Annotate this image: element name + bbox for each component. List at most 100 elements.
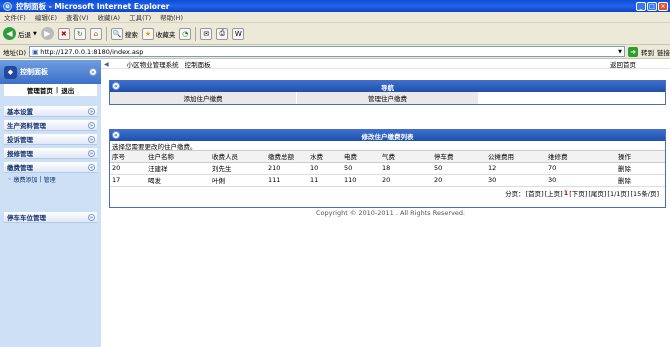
- chevron-down-icon: »: [88, 121, 95, 129]
- cell-collector: 叶俐: [210, 174, 266, 187]
- system-name: 小区物业管理系统: [126, 61, 179, 69]
- address-bar: 地址(D) ▣ http://127.0.0.1:8180/index.asp …: [0, 45, 670, 59]
- cell-resident[interactable]: 汪建祥: [146, 162, 210, 175]
- cell-water: 11: [308, 174, 342, 187]
- cell-id: 17: [110, 174, 146, 187]
- collapse-chevron-icon[interactable]: «: [112, 82, 120, 90]
- cell-repair: 30: [546, 174, 616, 187]
- col-header: 收费人员: [210, 151, 266, 163]
- back-arrow-icon: ◀: [3, 27, 16, 40]
- content-header-bar: ◀ 小区物业管理系统 控制面板 返回首页: [101, 60, 670, 69]
- col-header: 住户名称: [146, 151, 210, 163]
- cell-resident[interactable]: 喝发: [146, 174, 210, 187]
- logout-link[interactable]: 退出: [61, 85, 74, 95]
- sidebar-section-repairs[interactable]: 报修管理»: [4, 148, 97, 159]
- menu-favorites[interactable]: 收藏(A): [98, 12, 121, 22]
- maximize-button[interactable]: □: [647, 1, 657, 11]
- pager-per-page: [15条/页]: [630, 189, 659, 198]
- menu-file[interactable]: 文件(F): [4, 12, 26, 22]
- cell-shared: 12: [486, 162, 546, 175]
- chevron-down-icon: »: [88, 107, 95, 115]
- col-header: 气费: [380, 151, 432, 163]
- toolbar-separator: [105, 26, 107, 41]
- cell-gas: 18: [380, 162, 432, 175]
- add-resident-payment-link[interactable]: 添加住户缴费: [110, 92, 297, 104]
- pagination: 分页： [首页] [上页] 1 [下页] [尾页] [1/1页] [15条/页]: [110, 187, 665, 199]
- page-icon: ▣: [32, 47, 39, 56]
- payment-table: 序号 住户名称 收费人员 缴费总额 水费 电费 气费 停车费 公摊费用 维修费 …: [110, 151, 665, 187]
- mail-icon[interactable]: ✉: [200, 27, 213, 40]
- sidebar-payment-sublinks: ◦ 缴费添加 | 管理: [4, 173, 97, 186]
- manage-resident-payment-link[interactable]: 管理住户缴费: [297, 92, 479, 104]
- pager-last[interactable]: [尾页]: [588, 188, 606, 198]
- address-url: http://127.0.0.1:8180/index.asp: [40, 47, 144, 56]
- browser-toolbar: ◀ 后退 ▼ ▶ ✖ ↻ ⌂ 🔍 搜索 ★ 收藏夹 ◔ ✉ ⎙ W: [0, 23, 670, 45]
- chevron-down-icon: »: [88, 213, 95, 221]
- dropdown-arrow-icon: ▼: [33, 30, 37, 37]
- go-button[interactable]: 转到: [641, 47, 654, 57]
- delete-link[interactable]: 删除: [616, 174, 665, 187]
- manage-payment-link[interactable]: 管理: [44, 175, 56, 184]
- search-icon: 🔍: [110, 27, 123, 40]
- links-button[interactable]: 链接: [657, 47, 670, 57]
- ie-icon: e: [3, 1, 12, 11]
- menu-edit[interactable]: 编辑(E): [35, 12, 57, 22]
- search-button[interactable]: 🔍 搜索: [110, 27, 138, 40]
- sidebar-top-links: 管理首页 | 退出: [4, 84, 97, 96]
- col-header: 停车费: [432, 151, 486, 163]
- return-home-link[interactable]: 返回首页: [610, 59, 670, 69]
- col-header: 公摊费用: [486, 151, 546, 163]
- menu-view[interactable]: 查看(V): [66, 12, 89, 22]
- pager-label: 分页：: [505, 189, 525, 198]
- back-button[interactable]: ◀ 后退 ▼: [3, 27, 37, 40]
- cell-id: 20: [110, 162, 146, 175]
- sidebar-section-complaints[interactable]: 投诉管理»: [4, 134, 97, 145]
- edit-icon[interactable]: W: [232, 27, 245, 40]
- favorites-star-icon: ★: [141, 27, 154, 40]
- col-header: 操作: [616, 151, 665, 163]
- cell-parking: 50: [432, 162, 486, 175]
- col-header: 缴费总额: [266, 151, 308, 163]
- main-content: ◀ 小区物业管理系统 控制面板 返回首页 « 导航 添加住户缴费 管理住户缴费 …: [101, 60, 670, 347]
- add-payment-link[interactable]: 缴费添加: [14, 175, 38, 184]
- col-header: 电费: [342, 151, 380, 163]
- print-icon[interactable]: ⎙: [216, 27, 229, 40]
- pager-prev[interactable]: [上页]: [545, 188, 563, 198]
- menu-help[interactable]: 帮助(H): [160, 12, 183, 22]
- sidebar-section-payments[interactable]: 缴费管理 «: [4, 162, 97, 173]
- address-input[interactable]: ▣ http://127.0.0.1:8180/index.asp ▼: [29, 46, 625, 57]
- chevron-up-icon: «: [88, 163, 95, 171]
- pager-next[interactable]: [下页]: [569, 188, 587, 198]
- favorites-button[interactable]: ★ 收藏夹: [141, 27, 175, 40]
- cell-gas: 20: [380, 174, 432, 187]
- minimize-button[interactable]: _: [636, 1, 646, 11]
- menu-tools[interactable]: 工具(T): [129, 12, 151, 22]
- col-header: 维修费: [546, 151, 616, 163]
- close-button[interactable]: ×: [658, 1, 668, 11]
- refresh-icon[interactable]: ↻: [73, 27, 86, 40]
- history-icon[interactable]: ◔: [179, 27, 192, 40]
- collapse-chevron-icon[interactable]: «: [112, 131, 120, 139]
- cell-total: 210: [266, 162, 308, 175]
- home-icon[interactable]: ⌂: [89, 27, 102, 40]
- go-arrow-icon[interactable]: ➜: [628, 46, 638, 57]
- sidebar-section-basic-settings[interactable]: 基本设置»: [4, 106, 97, 117]
- pager-first[interactable]: [首页]: [526, 188, 544, 198]
- table-header-row: 序号 住户名称 收费人员 缴费总额 水费 电费 气费 停车费 公摊费用 维修费 …: [110, 151, 665, 163]
- forward-arrow-icon[interactable]: ▶: [40, 27, 54, 40]
- address-dropdown-icon[interactable]: ▼: [618, 49, 624, 55]
- window-titlebar: e 控制面板 - Microsoft Internet Explorer _ □…: [0, 0, 670, 12]
- sidebar-section-resident-data[interactable]: 生产资料管理»: [4, 120, 97, 131]
- sidebar-section-parking[interactable]: 停车车位管理»: [4, 212, 97, 223]
- chevron-down-icon: »: [88, 149, 95, 157]
- collapse-chevron-icon[interactable]: »: [89, 68, 97, 76]
- col-header: 序号: [110, 151, 146, 163]
- toggle-sidebar-icon[interactable]: ◀: [104, 61, 109, 68]
- admin-home-link[interactable]: 管理首页: [27, 85, 53, 95]
- delete-link[interactable]: 删除: [616, 162, 665, 175]
- menu-bar: 文件(F) 编辑(E) 查看(V) 收藏(A) 工具(T) 帮助(H): [0, 12, 670, 23]
- instruction-text: 选择您需要更改的住户缴费。: [110, 141, 665, 151]
- copyright-footer: Copyright © 2010-2011 . All Rights Reser…: [316, 209, 466, 217]
- cell-shared: 30: [486, 174, 546, 187]
- stop-icon[interactable]: ✖: [57, 27, 70, 40]
